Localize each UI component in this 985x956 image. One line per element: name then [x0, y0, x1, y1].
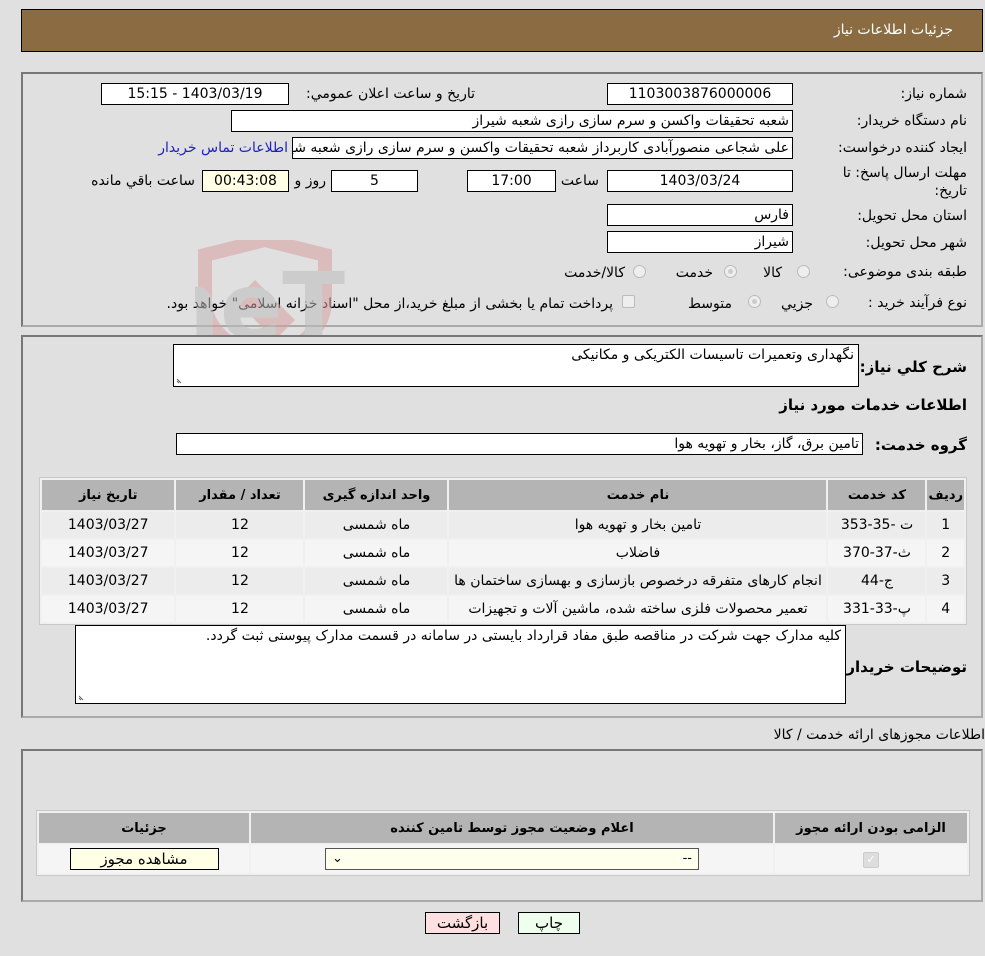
- table-row: 4 پ-33-331 تعمیر محصولات فلزی ساخته شده،…: [42, 596, 964, 622]
- treasury-checkbox[interactable]: [622, 295, 635, 308]
- service-group-label: گروه خدمت:: [874, 436, 967, 454]
- column-header-name: نام خدمت: [449, 480, 827, 510]
- column-header-required: الزامی بودن ارائه مجوز: [775, 813, 967, 843]
- license-status-select[interactable]: -- ⌄: [325, 848, 699, 870]
- need-number-field: 1103003876000006: [607, 83, 793, 105]
- column-header-code: کد خدمت: [828, 480, 926, 510]
- cell-row: 2: [927, 540, 964, 566]
- resize-handle-icon[interactable]: [78, 693, 86, 701]
- deadline-date-field: 1403/03/24: [607, 170, 793, 192]
- buyer-notes-label: توضیحات خریدار:: [840, 658, 967, 676]
- table-row: 3 ج-44 انجام کارهای متفرقه درخصوص بازساز…: [42, 568, 964, 594]
- cell-qty: 12: [176, 568, 304, 594]
- category-label: طبقه بندی موضوعی:: [843, 264, 967, 280]
- time-remaining-field: 00:43:08: [202, 170, 289, 192]
- cell-code: ج-44: [828, 568, 926, 594]
- cell-code: ت -35-353: [828, 512, 926, 538]
- province-field: فارس: [607, 204, 793, 226]
- announce-datetime-field: 1403/03/19 - 15:15: [101, 83, 289, 105]
- cell-name: انجام کارهای متفرقه درخصوص بازسازی و بهس…: [449, 568, 827, 594]
- cell-unit: ماه شمسی: [305, 512, 448, 538]
- cell-date: 1403/03/27: [42, 540, 175, 566]
- time-remaining-label: ساعت باقي مانده: [91, 173, 195, 189]
- cell-unit: ماه شمسی: [305, 596, 448, 622]
- treasury-note: پرداخت تمام یا بخشی از مبلغ خرید،از محل …: [166, 296, 613, 312]
- cell-row: 4: [927, 596, 964, 622]
- cell-date: 1403/03/27: [42, 568, 175, 594]
- column-header-status: اعلام وضعیت مجوز توسط تامین کننده: [251, 813, 773, 843]
- column-header-date: تاریخ نیاز: [42, 480, 175, 510]
- requester-field: علی شجاعی منصورآبادی کاربرداز شعبه تحقیق…: [292, 137, 793, 159]
- cell-code: ث-37-370: [828, 540, 926, 566]
- cell-qty: 12: [176, 512, 304, 538]
- city-field: شیراز: [607, 231, 793, 253]
- cell-unit: ماه شمسی: [305, 568, 448, 594]
- deadline-time-label: ساعت: [560, 173, 599, 189]
- table-row: 2 ث-37-370 فاضلاب ماه شمسی 12 1403/03/27: [42, 540, 964, 566]
- category-option-goods-service: کالا/خدمت: [564, 265, 625, 281]
- description-text: نگهداری وتعمیرات تاسیسات الکتریکی و مکان…: [571, 347, 854, 363]
- back-button[interactable]: بازگشت: [425, 912, 500, 934]
- purchase-type-option-minor: جزیي: [781, 296, 813, 312]
- table-row: ✓ -- ⌄ مشاهده مجوز: [39, 845, 967, 873]
- page-header: جزئیات اطلاعات نیاز: [21, 9, 983, 52]
- print-button[interactable]: چاپ: [518, 912, 580, 934]
- licenses-section-title: اطلاعات مجوزهای ارائه خدمت / کالا: [773, 727, 985, 743]
- cell-required: ✓: [775, 845, 967, 873]
- need-number-label: شماره نیاز:: [900, 86, 968, 102]
- services-section-title: اطلاعات خدمات مورد نیاز: [779, 396, 967, 414]
- cell-name: تامین بخار و تهویه هوا: [449, 512, 827, 538]
- category-radio-service[interactable]: [724, 265, 737, 278]
- buyer-contact-link[interactable]: اطلاعات تماس خریدار: [158, 140, 288, 156]
- city-label: شهر محل تحویل:: [865, 235, 967, 251]
- services-table: ردیف کد خدمت نام خدمت واحد اندازه گیری ت…: [39, 477, 967, 625]
- cell-qty: 12: [176, 596, 304, 622]
- description-label: شرح کلي نیاز:: [859, 358, 967, 376]
- category-radio-goods[interactable]: [797, 265, 810, 278]
- chevron-down-icon: ⌄: [332, 851, 343, 866]
- buyer-notes-field[interactable]: کلیه مدارک جهت شرکت در مناقصه طبق مفاد ق…: [75, 625, 846, 704]
- announce-datetime-label: تاریخ و ساعت اعلان عمومي:: [306, 86, 475, 102]
- cell-qty: 12: [176, 540, 304, 566]
- deadline-time-field: 17:00: [467, 170, 556, 192]
- cell-row: 1: [927, 512, 964, 538]
- requester-label: ایجاد کننده درخواست:: [838, 140, 967, 156]
- purchase-type-label: نوع فرآیند خرید :: [868, 295, 967, 311]
- page-title: جزئیات اطلاعات نیاز: [833, 22, 953, 38]
- days-remaining-field: 5: [331, 170, 418, 192]
- column-header-qty: تعداد / مقدار: [176, 480, 304, 510]
- cell-code: پ-33-331: [828, 596, 926, 622]
- deadline-label: مهلت ارسال پاسخ: تا تاریخ:: [842, 165, 967, 199]
- description-field[interactable]: نگهداری وتعمیرات تاسیسات الکتریکی و مکان…: [173, 344, 859, 387]
- column-header-row: ردیف: [927, 480, 964, 510]
- cell-unit: ماه شمسی: [305, 540, 448, 566]
- cell-name: تعمیر محصولات فلزی ساخته شده، ماشین آلات…: [449, 596, 827, 622]
- buyer-org-field: شعبه تحقیقات واکسن و سرم سازی رازی شعبه …: [231, 110, 793, 132]
- purchase-type-radio-minor[interactable]: [826, 295, 839, 308]
- category-option-goods: کالا: [763, 265, 782, 281]
- cell-date: 1403/03/27: [42, 512, 175, 538]
- column-header-details: جزئیات: [39, 813, 249, 843]
- days-label: روز و: [294, 173, 327, 189]
- required-checkbox: ✓: [863, 851, 879, 868]
- purchase-type-radio-medium[interactable]: [748, 295, 761, 308]
- cell-row: 3: [927, 568, 964, 594]
- cell-name: فاضلاب: [449, 540, 827, 566]
- license-status-value: --: [682, 851, 692, 866]
- cell-details: مشاهده مجوز: [39, 845, 249, 873]
- service-group-field: تامین برق، گاز، بخار و تهویه هوا: [176, 433, 863, 455]
- cell-status: -- ⌄: [251, 845, 773, 873]
- buyer-org-label: نام دستگاه خریدار:: [856, 113, 967, 129]
- resize-handle-icon[interactable]: [176, 376, 184, 384]
- category-option-service: خدمت: [675, 265, 713, 281]
- province-label: استان محل تحویل:: [857, 208, 967, 224]
- table-row: 1 ت -35-353 تامین بخار و تهویه هوا ماه ش…: [42, 512, 964, 538]
- buyer-notes-text: کلیه مدارک جهت شرکت در مناقصه طبق مفاد ق…: [205, 628, 841, 644]
- licenses-table: الزامی بودن ارائه مجوز اعلام وضعیت مجوز …: [36, 810, 970, 876]
- cell-date: 1403/03/27: [42, 596, 175, 622]
- view-license-button[interactable]: مشاهده مجوز: [69, 848, 219, 870]
- purchase-type-option-medium: متوسط: [688, 296, 732, 312]
- column-header-unit: واحد اندازه گیری: [305, 480, 448, 510]
- category-radio-goods-service[interactable]: [633, 265, 646, 278]
